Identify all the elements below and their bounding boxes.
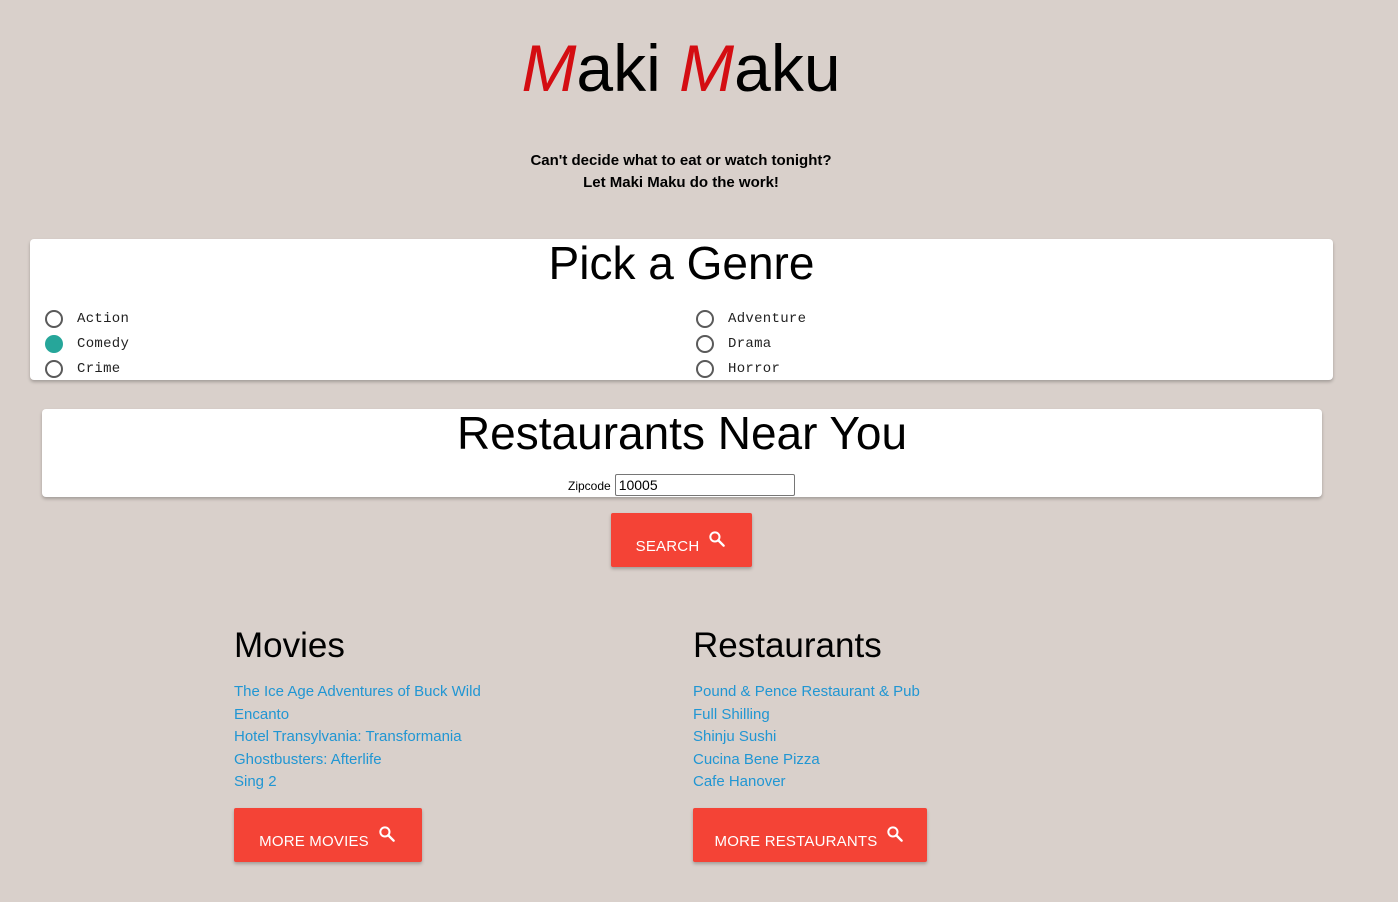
restaurants-near-you-title: Restaurants Near You [456,407,908,459]
restaurants-heading: Restaurants [693,626,882,665]
movie-link[interactable]: Encanto [234,706,289,723]
restaurants-list: Pound & Pence Restaurant & Pub Full Shil… [693,681,920,794]
genre-option-horror[interactable]: Horror [696,356,806,381]
genre-option-label: Drama [728,335,772,352]
genre-option-comedy[interactable]: Comedy [45,331,129,356]
radio-button[interactable] [696,359,714,378]
tagline-line-1: Can't decide what to eat or watch tonigh… [530,152,832,169]
more-restaurants-label: More Restaurants [714,832,878,850]
list-item: Hotel Transylvania: Transformania [234,726,481,749]
genre-card: Pick a Genre Action Comedy Crime Adventu… [30,239,1333,380]
restaurant-link[interactable]: Cucina Bene Pizza [693,751,820,768]
restaurant-link[interactable]: Pound & Pence Restaurant & Pub [693,683,920,700]
site-logo: Maki Maku [0,28,1362,108]
genre-option-label: Adventure [728,310,807,327]
genre-option-adventure[interactable]: Adventure [696,306,806,331]
logo-m-1: M [521,31,577,105]
list-item: Full Shilling [693,704,920,727]
radio-button[interactable] [696,334,714,353]
movie-link[interactable]: Hotel Transylvania: Transformania [234,728,462,745]
list-item: Cafe Hanover [693,771,920,794]
restaurant-link[interactable]: Cafe Hanover [693,773,786,790]
search-button-label: Search [635,537,700,555]
list-item: Cucina Bene Pizza [693,749,920,772]
zipcode-label: Zipcode [568,479,611,493]
movie-link[interactable]: Sing 2 [234,773,277,790]
restaurant-link[interactable]: Full Shilling [693,706,770,723]
more-movies-button[interactable]: More Movies [234,808,422,862]
search-icon [887,826,904,842]
genre-column-right: Adventure Drama Horror [696,306,806,381]
list-item: Sing 2 [234,771,481,794]
genre-title: Pick a Genre [548,237,815,289]
list-item: Pound & Pence Restaurant & Pub [693,681,920,704]
genre-option-label: Action [77,310,130,327]
genre-option-label: Crime [77,360,121,377]
restaurant-link[interactable]: Shinju Sushi [693,728,776,745]
genre-option-crime[interactable]: Crime [45,356,129,381]
radio-button[interactable] [45,309,63,328]
search-button[interactable]: Search [611,513,752,567]
list-item: Encanto [234,704,481,727]
movie-link[interactable]: The Ice Age Adventures of Buck Wild [234,683,481,700]
zipcode-row: Zipcode [568,474,795,496]
genre-column-left: Action Comedy Crime [45,306,129,381]
tagline: Can't decide what to eat or watch tonigh… [0,150,1362,194]
restaurants-near-you-card: Restaurants Near You Zipcode [42,409,1322,497]
movies-list: The Ice Age Adventures of Buck Wild Enca… [234,681,481,794]
list-item: The Ice Age Adventures of Buck Wild [234,681,481,704]
more-restaurants-button[interactable]: More Restaurants [693,808,927,862]
genre-option-label: Comedy [77,335,130,352]
zipcode-input[interactable] [614,474,795,496]
movie-link[interactable]: Ghostbusters: Afterlife [234,751,382,768]
list-item: Ghostbusters: Afterlife [234,749,481,772]
logo-aki: aki [576,31,661,105]
radio-button[interactable] [696,309,714,328]
genre-option-action[interactable]: Action [45,306,129,331]
logo-aku: aku [734,31,841,105]
search-icon [379,826,395,842]
radio-button[interactable] [45,359,63,378]
genre-option-label: Horror [728,360,781,377]
radio-button-checked[interactable] [45,334,63,353]
logo-m-2: M [679,31,735,105]
tagline-line-2: Let Maki Maku do the work! [583,174,779,191]
movies-heading: Movies [234,626,345,665]
list-item: Shinju Sushi [693,726,920,749]
search-icon [709,531,726,547]
more-movies-label: More Movies [259,832,369,850]
genre-option-drama[interactable]: Drama [696,331,806,356]
